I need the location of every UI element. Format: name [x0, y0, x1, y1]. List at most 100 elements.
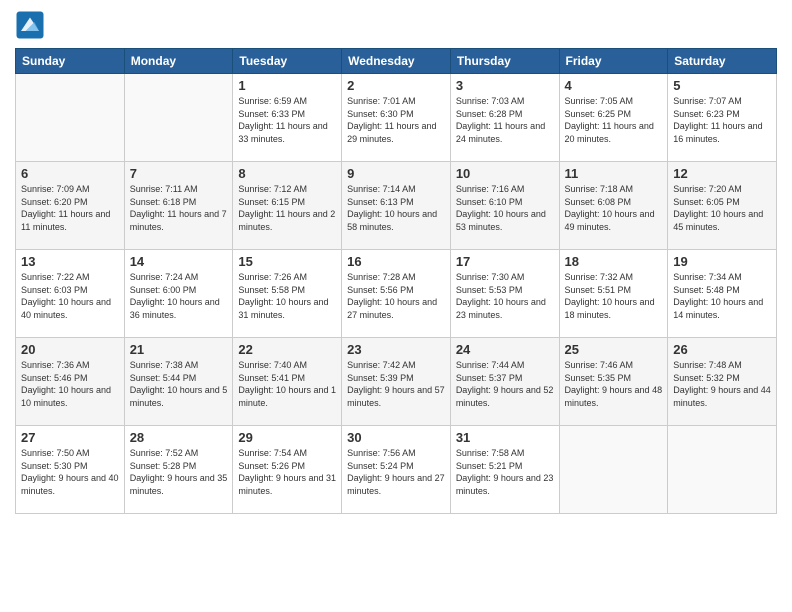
day-number: 27 [21, 430, 119, 445]
logo [15, 10, 49, 40]
calendar-day-cell: 13 Sunrise: 7:22 AMSunset: 6:03 PMDaylig… [16, 250, 125, 338]
day-number: 3 [456, 78, 554, 93]
day-info: Sunrise: 7:12 AMSunset: 6:15 PMDaylight:… [238, 183, 336, 233]
day-info: Sunrise: 7:18 AMSunset: 6:08 PMDaylight:… [565, 183, 663, 233]
day-number: 18 [565, 254, 663, 269]
calendar-day-cell: 8 Sunrise: 7:12 AMSunset: 6:15 PMDayligh… [233, 162, 342, 250]
page-header [15, 10, 777, 40]
day-info: Sunrise: 7:26 AMSunset: 5:58 PMDaylight:… [238, 271, 336, 321]
weekday-header: Friday [559, 49, 668, 74]
day-info: Sunrise: 7:14 AMSunset: 6:13 PMDaylight:… [347, 183, 445, 233]
calendar-day-cell: 15 Sunrise: 7:26 AMSunset: 5:58 PMDaylig… [233, 250, 342, 338]
day-number: 4 [565, 78, 663, 93]
weekday-header: Monday [124, 49, 233, 74]
day-info: Sunrise: 7:16 AMSunset: 6:10 PMDaylight:… [456, 183, 554, 233]
calendar-week-row: 13 Sunrise: 7:22 AMSunset: 6:03 PMDaylig… [16, 250, 777, 338]
calendar-week-row: 6 Sunrise: 7:09 AMSunset: 6:20 PMDayligh… [16, 162, 777, 250]
calendar-day-cell: 10 Sunrise: 7:16 AMSunset: 6:10 PMDaylig… [450, 162, 559, 250]
day-number: 6 [21, 166, 119, 181]
day-info: Sunrise: 7:32 AMSunset: 5:51 PMDaylight:… [565, 271, 663, 321]
calendar-day-cell: 20 Sunrise: 7:36 AMSunset: 5:46 PMDaylig… [16, 338, 125, 426]
day-number: 28 [130, 430, 228, 445]
day-info: Sunrise: 7:46 AMSunset: 5:35 PMDaylight:… [565, 359, 663, 409]
day-number: 29 [238, 430, 336, 445]
day-number: 13 [21, 254, 119, 269]
day-number: 31 [456, 430, 554, 445]
day-info: Sunrise: 6:59 AMSunset: 6:33 PMDaylight:… [238, 95, 336, 145]
day-number: 10 [456, 166, 554, 181]
calendar-day-cell: 26 Sunrise: 7:48 AMSunset: 5:32 PMDaylig… [668, 338, 777, 426]
day-info: Sunrise: 7:42 AMSunset: 5:39 PMDaylight:… [347, 359, 445, 409]
weekday-header: Saturday [668, 49, 777, 74]
day-info: Sunrise: 7:52 AMSunset: 5:28 PMDaylight:… [130, 447, 228, 497]
calendar-day-cell: 31 Sunrise: 7:58 AMSunset: 5:21 PMDaylig… [450, 426, 559, 514]
day-info: Sunrise: 7:03 AMSunset: 6:28 PMDaylight:… [456, 95, 554, 145]
day-info: Sunrise: 7:11 AMSunset: 6:18 PMDaylight:… [130, 183, 228, 233]
day-number: 26 [673, 342, 771, 357]
day-info: Sunrise: 7:44 AMSunset: 5:37 PMDaylight:… [456, 359, 554, 409]
logo-icon [15, 10, 45, 40]
calendar-day-cell: 4 Sunrise: 7:05 AMSunset: 6:25 PMDayligh… [559, 74, 668, 162]
calendar-day-cell: 19 Sunrise: 7:34 AMSunset: 5:48 PMDaylig… [668, 250, 777, 338]
day-number: 12 [673, 166, 771, 181]
day-number: 22 [238, 342, 336, 357]
calendar-day-cell: 1 Sunrise: 6:59 AMSunset: 6:33 PMDayligh… [233, 74, 342, 162]
day-number: 11 [565, 166, 663, 181]
calendar-day-cell: 21 Sunrise: 7:38 AMSunset: 5:44 PMDaylig… [124, 338, 233, 426]
calendar-day-cell [668, 426, 777, 514]
day-info: Sunrise: 7:38 AMSunset: 5:44 PMDaylight:… [130, 359, 228, 409]
day-info: Sunrise: 7:36 AMSunset: 5:46 PMDaylight:… [21, 359, 119, 409]
weekday-header: Wednesday [342, 49, 451, 74]
day-number: 16 [347, 254, 445, 269]
calendar-day-cell: 14 Sunrise: 7:24 AMSunset: 6:00 PMDaylig… [124, 250, 233, 338]
day-info: Sunrise: 7:58 AMSunset: 5:21 PMDaylight:… [456, 447, 554, 497]
calendar-day-cell: 2 Sunrise: 7:01 AMSunset: 6:30 PMDayligh… [342, 74, 451, 162]
calendar-day-cell: 18 Sunrise: 7:32 AMSunset: 5:51 PMDaylig… [559, 250, 668, 338]
calendar-week-row: 27 Sunrise: 7:50 AMSunset: 5:30 PMDaylig… [16, 426, 777, 514]
weekday-header-row: SundayMondayTuesdayWednesdayThursdayFrid… [16, 49, 777, 74]
calendar-day-cell: 30 Sunrise: 7:56 AMSunset: 5:24 PMDaylig… [342, 426, 451, 514]
day-number: 30 [347, 430, 445, 445]
calendar-day-cell: 22 Sunrise: 7:40 AMSunset: 5:41 PMDaylig… [233, 338, 342, 426]
day-info: Sunrise: 7:07 AMSunset: 6:23 PMDaylight:… [673, 95, 771, 145]
calendar-week-row: 20 Sunrise: 7:36 AMSunset: 5:46 PMDaylig… [16, 338, 777, 426]
calendar-day-cell: 29 Sunrise: 7:54 AMSunset: 5:26 PMDaylig… [233, 426, 342, 514]
day-info: Sunrise: 7:01 AMSunset: 6:30 PMDaylight:… [347, 95, 445, 145]
day-number: 7 [130, 166, 228, 181]
day-number: 2 [347, 78, 445, 93]
day-number: 24 [456, 342, 554, 357]
calendar-day-cell: 25 Sunrise: 7:46 AMSunset: 5:35 PMDaylig… [559, 338, 668, 426]
day-number: 5 [673, 78, 771, 93]
calendar-day-cell: 3 Sunrise: 7:03 AMSunset: 6:28 PMDayligh… [450, 74, 559, 162]
calendar: SundayMondayTuesdayWednesdayThursdayFrid… [15, 48, 777, 514]
weekday-header: Tuesday [233, 49, 342, 74]
calendar-day-cell: 16 Sunrise: 7:28 AMSunset: 5:56 PMDaylig… [342, 250, 451, 338]
day-number: 17 [456, 254, 554, 269]
calendar-day-cell [124, 74, 233, 162]
calendar-day-cell: 5 Sunrise: 7:07 AMSunset: 6:23 PMDayligh… [668, 74, 777, 162]
calendar-day-cell: 23 Sunrise: 7:42 AMSunset: 5:39 PMDaylig… [342, 338, 451, 426]
calendar-day-cell: 9 Sunrise: 7:14 AMSunset: 6:13 PMDayligh… [342, 162, 451, 250]
day-info: Sunrise: 7:20 AMSunset: 6:05 PMDaylight:… [673, 183, 771, 233]
day-info: Sunrise: 7:28 AMSunset: 5:56 PMDaylight:… [347, 271, 445, 321]
calendar-day-cell: 28 Sunrise: 7:52 AMSunset: 5:28 PMDaylig… [124, 426, 233, 514]
day-info: Sunrise: 7:05 AMSunset: 6:25 PMDaylight:… [565, 95, 663, 145]
day-info: Sunrise: 7:56 AMSunset: 5:24 PMDaylight:… [347, 447, 445, 497]
day-number: 15 [238, 254, 336, 269]
calendar-day-cell [16, 74, 125, 162]
calendar-day-cell: 11 Sunrise: 7:18 AMSunset: 6:08 PMDaylig… [559, 162, 668, 250]
day-info: Sunrise: 7:30 AMSunset: 5:53 PMDaylight:… [456, 271, 554, 321]
calendar-day-cell [559, 426, 668, 514]
day-number: 14 [130, 254, 228, 269]
day-number: 19 [673, 254, 771, 269]
weekday-header: Sunday [16, 49, 125, 74]
calendar-day-cell: 7 Sunrise: 7:11 AMSunset: 6:18 PMDayligh… [124, 162, 233, 250]
day-number: 21 [130, 342, 228, 357]
calendar-day-cell: 24 Sunrise: 7:44 AMSunset: 5:37 PMDaylig… [450, 338, 559, 426]
day-number: 8 [238, 166, 336, 181]
day-number: 20 [21, 342, 119, 357]
calendar-day-cell: 12 Sunrise: 7:20 AMSunset: 6:05 PMDaylig… [668, 162, 777, 250]
calendar-day-cell: 17 Sunrise: 7:30 AMSunset: 5:53 PMDaylig… [450, 250, 559, 338]
day-info: Sunrise: 7:40 AMSunset: 5:41 PMDaylight:… [238, 359, 336, 409]
day-number: 1 [238, 78, 336, 93]
